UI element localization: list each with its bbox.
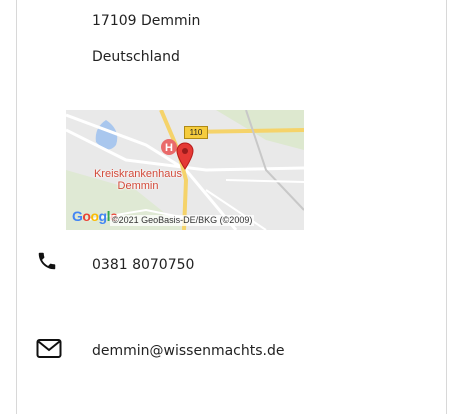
google-logo-letter: g (98, 208, 108, 224)
route-shield: 110 (184, 126, 208, 139)
phone-number[interactable]: 0381 8070750 (92, 256, 194, 274)
envelope-icon (36, 339, 62, 358)
google-logo-letter: o (90, 208, 99, 224)
phone-icon (38, 252, 56, 270)
google-logo-letter: G (72, 208, 83, 224)
location-map[interactable]: 110 H Kreiskrankenhaus Demmin Google ©20… (66, 110, 304, 230)
map-place-label: Kreiskrankenhaus Demmin (93, 168, 183, 192)
right-border (446, 0, 447, 414)
left-border (16, 0, 17, 414)
address-country: Deutschland (92, 49, 180, 65)
map-marker-icon[interactable] (176, 142, 194, 170)
map-copyright: ©2021 GeoBasis-DE/BKG (©2009) (110, 215, 255, 226)
address-postal-city: 17109 Demmin (92, 13, 201, 29)
svg-text:H: H (165, 142, 173, 154)
email-address[interactable]: demmin@wissenmachts.de (92, 342, 284, 360)
